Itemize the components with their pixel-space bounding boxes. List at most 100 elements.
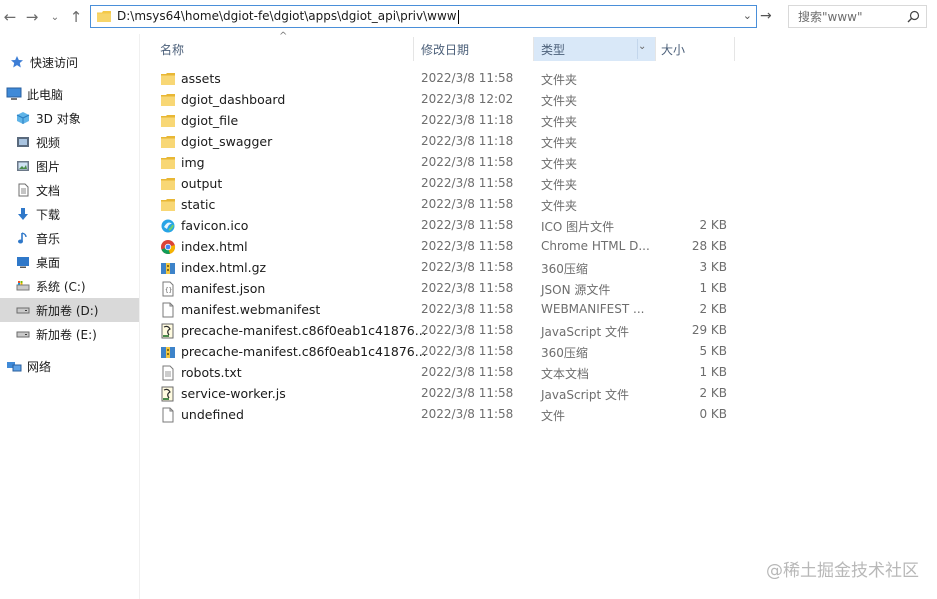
file-row[interactable]: robots.txt 2022/3/8 11:58 文本文档 1 KB (155, 362, 735, 383)
sidebar-item-this-pc[interactable]: 此电脑 (0, 82, 139, 106)
sidebar-item-drive-c[interactable]: 系统 (C:) (0, 274, 139, 298)
file-row[interactable]: dgiot_file 2022/3/8 11:18 文件夹 (155, 110, 735, 131)
up-icon[interactable]: ↑ (66, 7, 86, 27)
json-file-icon: {} (160, 281, 176, 297)
search-box[interactable]: 搜索"www" (788, 5, 927, 28)
sidebar-item-3d-objects[interactable]: 3D 对象 (0, 106, 139, 130)
drive-icon (15, 326, 31, 342)
file-modified-date: 2022/3/8 11:58 (421, 260, 514, 274)
recent-chevron-down-icon[interactable]: ⌄ (45, 7, 65, 27)
file-row[interactable]: static 2022/3/8 11:58 文件夹 (155, 194, 735, 215)
file-row[interactable]: dgiot_swagger 2022/3/8 11:18 文件夹 (155, 131, 735, 152)
column-header-name[interactable]: 名称 (155, 37, 413, 61)
file-modified-date: 2022/3/8 11:58 (421, 407, 514, 421)
sidebar-item-label: 新加卷 (E:) (36, 327, 97, 342)
file-row[interactable]: precache-manifest.c86f0eab1c41876... 2022… (155, 341, 735, 362)
sidebar-item-label: 3D 对象 (36, 111, 81, 126)
archive-icon (160, 344, 176, 360)
column-header-size[interactable]: 大小 (656, 37, 734, 61)
sidebar-item-desktop[interactable]: 桌面 (0, 250, 139, 274)
svg-text:{}: {} (165, 287, 172, 294)
file-row[interactable]: {} manifest.json 2022/3/8 11:58 JSON 源文件 1 K… (155, 278, 735, 299)
sidebar-item-downloads[interactable]: 下载 (0, 202, 139, 226)
file-row[interactable]: precache-manifest.c86f0eab1c41876... 2022… (155, 320, 735, 341)
chrome-icon (160, 239, 176, 255)
address-dropdown-icon[interactable]: ⌄ (743, 9, 752, 22)
file-size: 5 KB (699, 344, 727, 358)
column-divider[interactable] (734, 37, 735, 61)
sidebar-item-drive-d[interactable]: 新加卷 (D:) (0, 298, 139, 322)
file-type: JSON 源文件 (541, 283, 611, 297)
file-row[interactable]: img 2022/3/8 11:58 文件夹 (155, 152, 735, 173)
file-modified-date: 2022/3/8 11:58 (421, 386, 514, 400)
file-modified-date: 2022/3/8 11:58 (421, 218, 514, 232)
star-icon (9, 54, 25, 70)
file-row[interactable]: dgiot_dashboard 2022/3/8 12:02 文件夹 (155, 89, 735, 110)
folder-icon (97, 11, 111, 22)
file-type: 文件夹 (541, 73, 578, 87)
folder-icon (160, 71, 176, 87)
sidebar-item-label: 下载 (36, 207, 61, 222)
file-type: 文本文档 (541, 367, 590, 381)
address-path[interactable]: D:\msys64\home\dgiot-fe\dgiot\apps\dgiot… (117, 9, 459, 24)
column-header-type[interactable]: 类型 ⌄ (534, 37, 655, 61)
file-size: 2 KB (699, 218, 727, 232)
file-type: 文件夹 (541, 115, 578, 129)
file-name: robots.txt (181, 365, 242, 380)
refresh-arrow-icon[interactable]: → (760, 8, 772, 24)
file-modified-date: 2022/3/8 11:58 (421, 302, 514, 316)
file-modified-date: 2022/3/8 11:58 (421, 71, 514, 85)
system-drive-icon (15, 278, 31, 294)
file-type: 文件夹 (541, 178, 578, 192)
file-size: 0 KB (699, 407, 727, 421)
column-inner-divider (637, 39, 638, 59)
sidebar-item-documents[interactable]: 文档 (0, 178, 139, 202)
file-modified-date: 2022/3/8 12:02 (421, 92, 514, 106)
blank-file-icon (160, 302, 176, 318)
file-row[interactable]: undefined 2022/3/8 11:58 文件 0 KB (155, 404, 735, 425)
search-icon[interactable] (907, 10, 920, 23)
back-icon[interactable]: ← (0, 7, 20, 27)
file-type: 文件夹 (541, 136, 578, 150)
sidebar-item-music[interactable]: 音乐 (0, 226, 139, 250)
file-modified-date: 2022/3/8 11:58 (421, 239, 514, 253)
file-modified-date: 2022/3/8 11:18 (421, 134, 514, 148)
video-icon (15, 134, 31, 150)
file-type: 文件夹 (541, 94, 578, 108)
file-modified-date: 2022/3/8 11:58 (421, 344, 514, 358)
file-row[interactable]: index.html.gz 2022/3/8 11:58 360压缩 3 KB (155, 257, 735, 278)
search-placeholder[interactable]: 搜索"www" (798, 8, 862, 25)
file-row[interactable]: index.html 2022/3/8 11:58 Chrome HTML D...… (155, 236, 735, 257)
picture-icon (15, 158, 31, 174)
navigation-pane: 快速访问 此电脑 3D 对象 视频 图片 文档 下载 音乐 桌面 系统 (C:)… (0, 34, 140, 599)
sidebar-item-videos[interactable]: 视频 (0, 130, 139, 154)
file-modified-date: 2022/3/8 11:58 (421, 281, 514, 295)
document-icon (15, 182, 31, 198)
column-header-date[interactable]: 修改日期 (414, 37, 533, 61)
file-row[interactable]: assets 2022/3/8 11:58 文件夹 (155, 68, 735, 89)
sidebar-item-label: 桌面 (36, 255, 61, 270)
file-modified-date: 2022/3/8 11:58 (421, 155, 514, 169)
column-filter-chevron-down-icon[interactable]: ⌄ (638, 41, 646, 52)
address-bar[interactable]: D:\msys64\home\dgiot-fe\dgiot\apps\dgiot… (90, 5, 757, 28)
file-row[interactable]: output 2022/3/8 11:58 文件夹 (155, 173, 735, 194)
forward-icon[interactable]: → (22, 7, 42, 27)
sidebar-item-drive-e[interactable]: 新加卷 (E:) (0, 322, 139, 346)
file-type: ICO 图片文件 (541, 220, 615, 234)
file-row[interactable]: manifest.webmanifest 2022/3/8 11:58 WEBMAN… (155, 299, 735, 320)
file-name: assets (181, 71, 221, 86)
file-name: undefined (181, 407, 244, 422)
folder-icon (160, 176, 176, 192)
file-size: 3 KB (699, 260, 727, 274)
file-name: dgiot_dashboard (181, 92, 286, 107)
file-row[interactable]: favicon.ico 2022/3/8 11:58 ICO 图片文件 2 KB (155, 215, 735, 236)
file-row[interactable]: service-worker.js 2022/3/8 11:58 JavaScrip… (155, 383, 735, 404)
sidebar-item-quick-access[interactable]: 快速访问 (0, 50, 139, 74)
sidebar-item-pictures[interactable]: 图片 (0, 154, 139, 178)
sidebar-item-label: 音乐 (36, 231, 61, 246)
sidebar-item-label: 新加卷 (D:) (36, 303, 99, 318)
sidebar-item-label: 视频 (36, 135, 61, 150)
script-file-icon (160, 323, 176, 339)
sidebar-item-label: 快速访问 (30, 55, 79, 70)
sidebar-item-network[interactable]: 网络 (0, 354, 139, 378)
